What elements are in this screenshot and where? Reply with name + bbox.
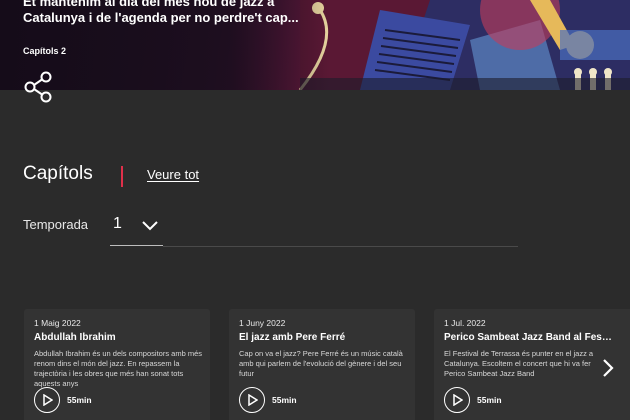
- season-value: 1: [113, 215, 122, 232]
- season-dropdown[interactable]: 1: [110, 210, 163, 246]
- chapters-title: Capítols: [23, 163, 93, 184]
- episode-date: 1 Maig 2022: [34, 318, 81, 328]
- chapters-count: Capítols 2: [23, 46, 67, 56]
- play-button[interactable]: [444, 387, 470, 413]
- season-label: Temporada: [23, 217, 89, 232]
- episode-title: Perico Sambeat Jazz Band al Festiv...: [444, 332, 614, 343]
- play-icon: [453, 394, 463, 406]
- episode-card[interactable]: 1 Juny 2022 El jazz amb Pere Ferré Cap o…: [229, 309, 415, 420]
- hero-banner: Et mantenim al dia del més nou de jazz a…: [0, 0, 630, 90]
- episode-date: 1 Jul. 2022: [444, 318, 486, 328]
- chevron-down-icon: [142, 221, 158, 231]
- carousel-next-button[interactable]: [599, 357, 617, 379]
- title-divider: [121, 166, 123, 187]
- episode-duration: 55min: [477, 395, 502, 405]
- share-icon: [24, 71, 52, 103]
- episode-description: Cap on va el jazz? Pere Ferré és un músi…: [239, 349, 403, 378]
- play-button[interactable]: [239, 387, 265, 413]
- episode-title: El jazz amb Pere Ferré: [239, 332, 346, 343]
- play-button[interactable]: [34, 387, 60, 413]
- season-divider: [163, 246, 518, 247]
- see-all-link[interactable]: Veure tot: [147, 167, 199, 182]
- play-icon: [43, 394, 53, 406]
- episode-title: Abdullah Ibrahim: [34, 332, 116, 343]
- episode-duration: 55min: [272, 395, 297, 405]
- episode-description: Abdullah Ibrahim és un dels compositors …: [34, 349, 202, 388]
- episode-date: 1 Juny 2022: [239, 318, 286, 328]
- episode-duration: 55min: [67, 395, 92, 405]
- program-description: Et mantenim al dia del més nou de jazz a…: [23, 0, 299, 25]
- episode-description: El Festival de Terrassa és punter en el …: [444, 349, 594, 378]
- chevron-right-icon: [603, 359, 614, 377]
- share-button[interactable]: [22, 71, 54, 103]
- episode-card[interactable]: 1 Maig 2022 Abdullah Ibrahim Abdullah Ib…: [24, 309, 210, 420]
- play-icon: [248, 394, 258, 406]
